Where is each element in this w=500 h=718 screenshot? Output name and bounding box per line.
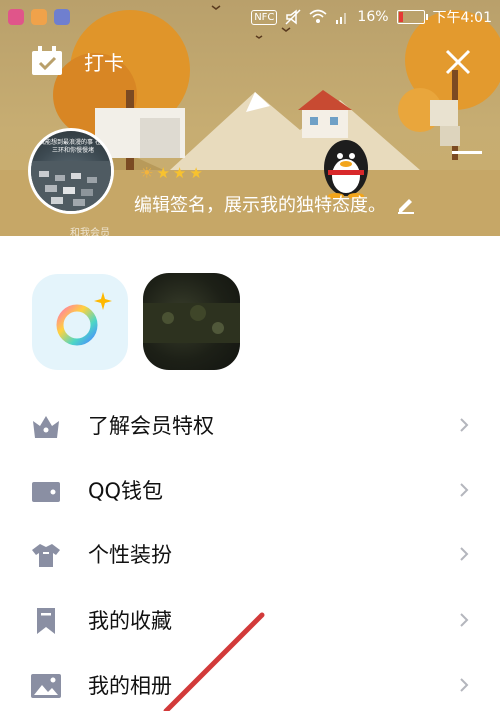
annotation-arrow (163, 612, 265, 711)
